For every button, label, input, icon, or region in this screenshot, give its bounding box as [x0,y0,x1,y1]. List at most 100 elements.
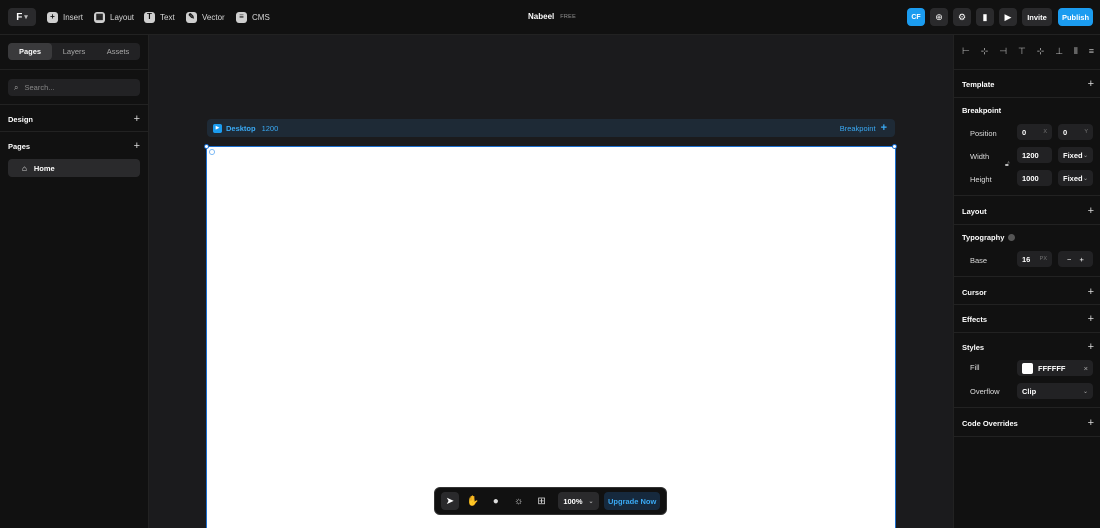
position-x-input[interactable]: 0 X [1017,124,1052,140]
layout-section-header[interactable]: Layout + [962,205,1094,217]
info-icon[interactable] [1008,234,1016,241]
divider [954,407,1100,408]
cursor-icon[interactable]: ➤ [441,492,459,510]
insert-button[interactable]: + Insert [47,10,83,24]
chevron-down-icon: ⌄ [1082,152,1088,159]
fill-label: Fill [970,363,980,372]
gear-icon[interactable]: ⚙ [953,8,971,26]
divider [954,195,1100,196]
pages-section-header[interactable]: Pages + [8,140,140,152]
zoom-value: 100% [563,496,583,506]
tab-pages[interactable]: Pages [8,43,52,60]
align-center-icon[interactable]: ⊹ [981,46,989,57]
desktop-frame[interactable] [206,146,896,528]
vector-button[interactable]: ✎ Vector [186,10,225,24]
avatar[interactable]: CF [907,8,925,26]
play-icon[interactable]: ▶ [999,8,1017,26]
design-section-header[interactable]: Design + [8,113,140,125]
search-icon: ⌕ [14,82,19,92]
code-overrides-section-header[interactable]: Code Overrides + [962,417,1094,429]
lock-ratio-icon[interactable]: 🔓︎ [1005,161,1010,169]
width-value: 1200 [1022,150,1039,160]
align-middle-icon[interactable]: ⊹ [1037,46,1045,57]
align-left-icon[interactable]: ⊢ [962,46,970,57]
add-effect-icon[interactable]: + [1088,313,1094,325]
add-breakpoint-button[interactable]: Breakpoint + [840,122,887,134]
height-mode-select[interactable]: Fixed ⌄ [1058,170,1093,186]
layout-button[interactable]: ▦ Layout [94,10,134,24]
comment-icon[interactable]: ● [487,492,505,510]
project-name: Nabeel [528,12,555,21]
left-panel: Pages Layers Assets ⌕ Search... Design +… [0,35,149,528]
page-item-home[interactable]: ⌂ Home [8,159,140,177]
add-design-icon[interactable]: + [134,113,140,125]
breakpoint-section-header: Breakpoint [962,106,1094,115]
hand-icon[interactable]: ✋ [464,492,482,510]
divider [0,131,149,132]
canvas[interactable]: ▶ Desktop 1200 Breakpoint + [149,35,953,528]
overflow-select[interactable]: Clip ⌄ [1017,383,1093,399]
base-font-size-input[interactable]: 16 PX [1017,251,1052,267]
height-mode-value: Fixed [1063,173,1083,183]
text-button[interactable]: T Text [144,10,175,24]
tab-layers[interactable]: Layers [52,43,96,60]
sun-icon[interactable]: ☼ [510,492,528,510]
height-input[interactable]: 1000 [1017,170,1052,186]
pages-label: Pages [8,141,31,151]
height-label: Height [970,175,992,184]
overflow-value: Clip [1022,386,1037,396]
add-code-override-icon[interactable]: + [1088,417,1094,429]
search-input[interactable]: ⌕ Search... [8,79,140,96]
styles-label: Styles [962,342,985,352]
divider [954,276,1100,277]
align-top-icon[interactable]: ⊤ [1018,46,1026,57]
bottom-toolbar: ➤ ✋ ● ☼ ⊞ 100% ⌄ Upgrade Now [434,487,667,515]
add-cursor-icon[interactable]: + [1088,286,1094,298]
framer-logo-icon: F [16,11,23,23]
align-right-icon[interactable]: ⊣ [999,46,1007,57]
cursor-section-header[interactable]: Cursor + [962,286,1094,298]
divider [954,436,1100,437]
position-x-value: 0 [1022,127,1027,137]
position-label: Position [970,129,997,138]
project-title[interactable]: Nabeel FREE [528,12,576,21]
template-label: Template [962,79,995,89]
divider [0,69,149,70]
distribute-horizontal-icon[interactable]: ⫴ [1074,46,1078,57]
cms-label: CMS [252,12,270,22]
resize-handle-top-left[interactable] [204,144,209,149]
app-menu-button[interactable]: F ▾ [8,8,36,26]
invite-button[interactable]: Invite [1022,8,1052,26]
distribute-vertical-icon[interactable]: ≡ [1089,46,1094,57]
increment-icon[interactable]: + [1080,255,1084,264]
effects-label: Effects [962,314,988,324]
fill-input[interactable]: FFFFFF × [1017,360,1093,376]
frame-origin-icon [209,149,215,155]
styles-section-header[interactable]: Styles + [962,341,1094,353]
add-style-icon[interactable]: + [1088,341,1094,353]
decrement-icon[interactable]: − [1067,255,1071,264]
frame-header[interactable]: ▶ Desktop 1200 Breakpoint + [207,119,895,137]
tab-assets[interactable]: Assets [96,43,140,60]
analytics-icon[interactable]: ▮ [976,8,994,26]
width-mode-value: Fixed [1063,150,1083,160]
upgrade-button[interactable]: Upgrade Now [604,492,661,510]
align-bottom-icon[interactable]: ⊥ [1055,46,1063,57]
close-icon[interactable]: × [1084,364,1088,373]
fill-swatch[interactable] [1022,362,1033,374]
template-section-header[interactable]: Template + [962,78,1094,90]
insert-label: Insert [63,12,84,22]
publish-button[interactable]: Publish [1058,8,1093,26]
position-y-input[interactable]: 0 Y [1058,124,1093,140]
zoom-select[interactable]: 100% ⌄ [557,492,600,510]
resize-handle-top-right[interactable] [892,144,897,149]
cms-button[interactable]: ≡ CMS [236,10,270,24]
add-page-icon[interactable]: + [134,140,140,152]
add-layout-icon[interactable]: + [1088,205,1094,217]
width-mode-select[interactable]: Fixed ⌄ [1058,147,1093,163]
width-input[interactable]: 1200 [1017,147,1052,163]
add-template-icon[interactable]: + [1088,78,1094,90]
effects-section-header[interactable]: Effects + [962,313,1094,325]
globe-icon[interactable]: ⊕ [930,8,948,26]
grid-icon[interactable]: ⊞ [533,492,551,510]
